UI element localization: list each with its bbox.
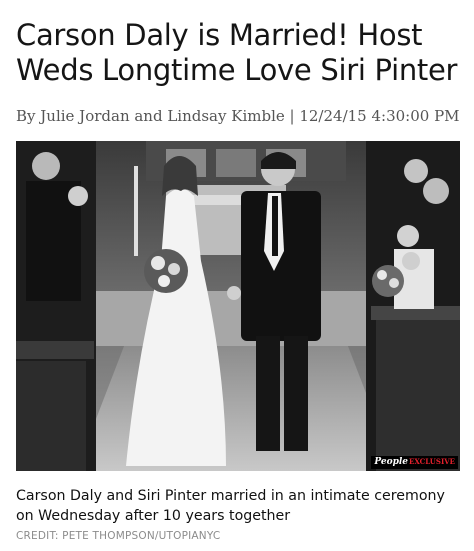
headline: Carson Daly is Married! Host Weds Longti… [16,18,458,87]
photo-caption: Carson Daly and Siri Pinter married in a… [16,488,445,524]
photo-credit: CREDIT: PETE THOMPSON/UTOPIANYC [16,530,221,542]
byline: By Julie Jordan and Lindsay Kimble | 12/… [16,107,460,125]
exclusive-label: EXCLUSIVE [409,457,455,466]
wedding-photo-art [16,141,460,471]
wedding-photo[interactable]: PeopleEXCLUSIVE [16,141,460,471]
people-logo: People [374,457,409,467]
people-exclusive-badge: PeopleEXCLUSIVE [371,456,458,469]
